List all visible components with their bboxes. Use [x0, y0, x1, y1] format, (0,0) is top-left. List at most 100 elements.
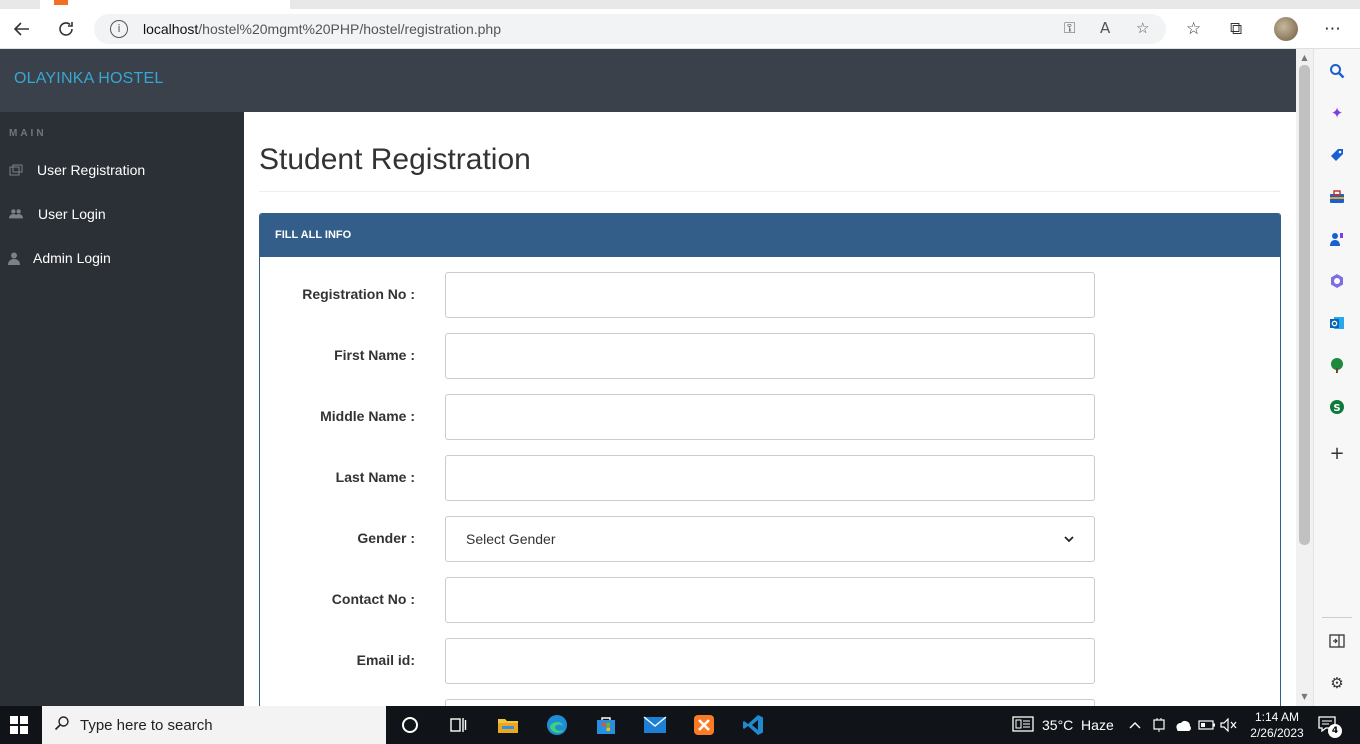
profile-avatar[interactable]: [1274, 17, 1298, 41]
more-icon[interactable]: ⋯: [1324, 19, 1341, 39]
scroll-up-icon[interactable]: ▲: [1296, 51, 1313, 65]
notification-count: 4: [1328, 724, 1342, 738]
middle-name-input[interactable]: [445, 394, 1095, 440]
system-clock[interactable]: 1:14 AM 2/26/2023: [1246, 709, 1308, 741]
contact-no-input[interactable]: [445, 577, 1095, 623]
chevron-down-icon: [1064, 532, 1074, 546]
info-icon[interactable]: i: [110, 20, 128, 38]
sidebar-section-title: MAIN: [9, 128, 47, 139]
search-icon: [54, 715, 70, 735]
mail-icon[interactable]: [642, 713, 668, 737]
taskbar-search-input[interactable]: Type here to search: [42, 706, 386, 744]
field-label: Contact No :: [331, 591, 415, 607]
skype-icon[interactable]: S: [1326, 396, 1348, 418]
tools-icon[interactable]: [1326, 186, 1348, 208]
divider: [1322, 617, 1352, 618]
sidebar-item-user-login[interactable]: User Login: [0, 194, 244, 234]
form-row-email: Email id:: [260, 638, 1280, 684]
settings-icon[interactable]: ⚙: [1326, 672, 1348, 694]
gender-select[interactable]: Select Gender: [445, 516, 1095, 562]
chevron-up-icon[interactable]: [1122, 713, 1148, 737]
split-screen-icon[interactable]: [1326, 630, 1348, 652]
windows-start-icon[interactable]: [10, 716, 28, 734]
read-aloud-icon[interactable]: A: [1100, 19, 1110, 37]
task-view-icon[interactable]: [445, 713, 471, 737]
edge-icon[interactable]: [544, 713, 570, 737]
copilot-icon[interactable]: ✦: [1326, 102, 1348, 124]
search-icon[interactable]: [1326, 60, 1348, 82]
refresh-icon[interactable]: [54, 17, 78, 41]
edge-sidebar: ✦ S + ⚙: [1313, 49, 1360, 706]
file-explorer-icon[interactable]: [495, 713, 521, 737]
clock-date: 2/26/2023: [1250, 726, 1304, 740]
xampp-icon[interactable]: [691, 713, 717, 737]
users-icon: [9, 207, 23, 221]
panel-heading: FILL ALL INFO: [260, 214, 1280, 257]
scroll-down-icon[interactable]: ▼: [1296, 690, 1313, 704]
page-scrollbar[interactable]: ▲ ▼: [1296, 49, 1313, 706]
sidebar-item-label: User Registration: [37, 162, 146, 178]
field-label: Email id:: [356, 652, 415, 668]
vscode-icon[interactable]: [740, 713, 766, 737]
email-input[interactable]: [445, 638, 1095, 684]
registration-no-input[interactable]: [445, 272, 1095, 318]
form-row-first-name: First Name :: [260, 333, 1280, 379]
favorites-icon[interactable]: ☆: [1186, 19, 1201, 39]
registration-panel: FILL ALL INFO Registration No : First Na…: [259, 213, 1281, 706]
brand-link[interactable]: OLAYINKA HOSTEL: [14, 70, 163, 88]
tree-icon[interactable]: [1326, 354, 1348, 376]
shopping-icon[interactable]: [1326, 144, 1348, 166]
svg-text:S: S: [1333, 403, 1340, 414]
store-icon[interactable]: [593, 713, 619, 737]
clock-time: 1:14 AM: [1254, 710, 1300, 724]
form-row-middle-name: Middle Name :: [260, 394, 1280, 440]
web-page: OLAYINKA HOSTEL MAIN User Registration U…: [0, 49, 1296, 706]
form-row-last-name: Last Name :: [260, 455, 1280, 501]
first-name-input[interactable]: [445, 333, 1095, 379]
browser-toolbar: i localhost/hostel%20mgmt%20PHP/hostel/r…: [0, 9, 1360, 49]
back-arrow-icon[interactable]: [10, 17, 34, 41]
key-icon[interactable]: ⚿: [1064, 19, 1075, 37]
field-label: Registration No :: [302, 286, 415, 302]
add-icon[interactable]: +: [1326, 442, 1348, 464]
field-label: First Name :: [334, 347, 415, 363]
sidebar-item-user-registration[interactable]: User Registration: [0, 150, 244, 190]
sidebar-item-admin-login[interactable]: Admin Login: [0, 238, 244, 278]
weather-widget[interactable]: 35°C Haze: [1012, 706, 1114, 744]
address-bar[interactable]: i localhost/hostel%20mgmt%20PHP/hostel/r…: [94, 14, 1166, 44]
add-favorite-icon[interactable]: ☆: [1136, 19, 1149, 37]
field-label: Middle Name :: [320, 408, 415, 424]
form-row-gender: Gender : Select Gender: [260, 516, 1280, 562]
notifications-icon[interactable]: 4: [1318, 716, 1342, 738]
last-name-input[interactable]: [445, 455, 1095, 501]
registration-icon: [9, 163, 23, 177]
network-icon[interactable]: [1170, 713, 1196, 737]
outlook-icon[interactable]: [1326, 312, 1348, 334]
form-row-registration-no: Registration No :: [260, 272, 1280, 318]
cortana-icon[interactable]: [397, 713, 423, 737]
form-row-next: [260, 699, 1280, 706]
volume-muted-icon[interactable]: [1216, 713, 1242, 737]
url-text: localhost/hostel%20mgmt%20PHP/hostel/reg…: [143, 21, 501, 37]
field-label: Last Name :: [335, 469, 415, 485]
sidebar-item-label: User Login: [38, 206, 106, 222]
microsoft365-icon[interactable]: [1326, 270, 1348, 292]
form-row-contact-no: Contact No :: [260, 577, 1280, 623]
field-label: Gender :: [357, 530, 415, 546]
tab-favicon: [54, 0, 68, 5]
sidebar: MAIN User Registration User Login Admin …: [0, 112, 244, 706]
divider: [259, 191, 1280, 192]
games-icon[interactable]: [1326, 228, 1348, 250]
weather-icon: [1012, 715, 1034, 735]
collections-icon[interactable]: ⧉: [1230, 19, 1242, 39]
active-tab[interactable]: [40, 0, 290, 9]
weather-text: 35°C Haze: [1042, 717, 1114, 733]
scrollbar-thumb[interactable]: [1299, 65, 1310, 545]
page-title: Student Registration: [259, 143, 531, 176]
gender-select-value: Select Gender: [466, 531, 556, 547]
user-icon: [7, 251, 21, 265]
device-icon[interactable]: [1146, 713, 1172, 737]
app-header: OLAYINKA HOSTEL: [0, 49, 1296, 112]
next-field-input[interactable]: [445, 699, 1095, 706]
sidebar-item-label: Admin Login: [33, 250, 111, 266]
